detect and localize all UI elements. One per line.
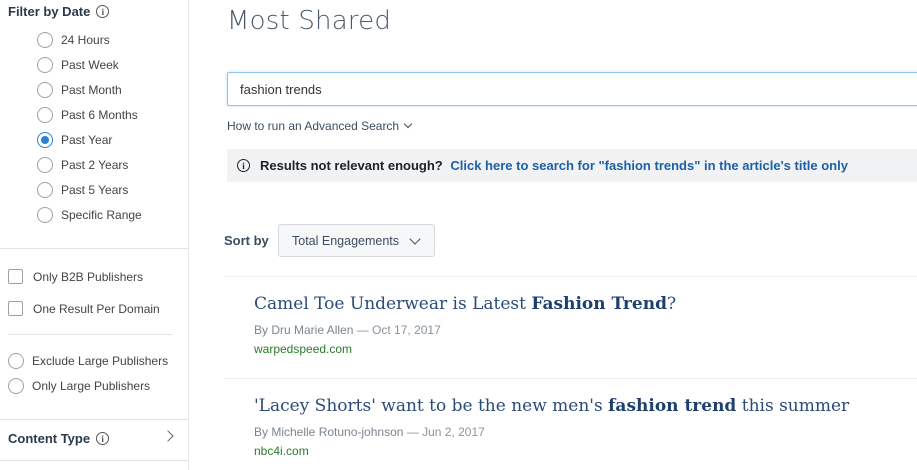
chevron-down-icon xyxy=(403,119,413,129)
one-result-per-domain-option[interactable]: One Result Per Domain xyxy=(8,301,160,316)
divider xyxy=(0,248,188,249)
result-item: 'Lacey Shorts' want to be the new men's … xyxy=(254,396,849,458)
search-input[interactable] xyxy=(240,81,914,97)
radio-label: Past Week xyxy=(61,58,119,72)
divider xyxy=(224,378,917,379)
exclude-large-publishers-option[interactable]: Exclude Large Publishers xyxy=(8,353,168,369)
radio-label: Past Year xyxy=(61,133,113,147)
date-option-past-6-months[interactable]: Past 6 Months xyxy=(37,107,138,123)
radio-button[interactable] xyxy=(37,32,53,48)
radio-label: Past 6 Months xyxy=(61,108,138,122)
info-icon: i xyxy=(237,159,250,172)
radio-button[interactable] xyxy=(37,207,53,223)
result-author[interactable]: By Dru Marie Allen xyxy=(254,323,353,337)
only-large-publishers-option[interactable]: Only Large Publishers xyxy=(8,378,150,394)
title-highlight: Fashion Trend xyxy=(531,294,667,314)
radio-button[interactable] xyxy=(37,182,53,198)
date-option-24-hours[interactable]: 24 Hours xyxy=(37,32,110,48)
relevance-notice: i Results not relevant enough? Click her… xyxy=(227,149,917,182)
title-only-search-link[interactable]: Click here to search for "fashion trends… xyxy=(450,158,848,173)
notice-question: Results not relevant enough? xyxy=(260,158,443,173)
radio-button[interactable] xyxy=(8,378,24,394)
advanced-search-label: How to run an Advanced Search xyxy=(227,119,400,133)
radio-label: Past Month xyxy=(61,83,122,97)
chevron-down-icon xyxy=(409,232,421,245)
date-option-past-month[interactable]: Past Month xyxy=(37,82,122,98)
radio-button[interactable] xyxy=(37,107,53,123)
sort-value: Total Engagements xyxy=(292,233,400,248)
checkbox[interactable] xyxy=(8,269,23,284)
radio-label: Past 2 Years xyxy=(61,158,129,172)
radio-button[interactable] xyxy=(37,57,53,73)
result-domain-link[interactable]: warpedspeed.com xyxy=(254,342,676,356)
divider xyxy=(224,276,917,277)
meta-separator: — xyxy=(353,323,373,337)
date-option-specific-range[interactable]: Specific Range xyxy=(37,207,142,223)
content-type-label: Content Type xyxy=(8,431,91,446)
radio-label: Past 5 Years xyxy=(61,183,129,197)
meta-separator: — xyxy=(403,425,423,439)
search-input-container[interactable] xyxy=(227,72,917,106)
result-title-link[interactable]: Camel Toe Underwear is Latest Fashion Tr… xyxy=(254,294,676,314)
sort-dropdown[interactable]: Total Engagements xyxy=(278,224,435,257)
radio-button[interactable] xyxy=(37,82,53,98)
result-domain-link[interactable]: nbc4i.com xyxy=(254,444,849,458)
radio-label: 24 Hours xyxy=(61,33,110,47)
radio-button-selected[interactable] xyxy=(37,132,53,148)
main-content: Most Shared How to run an Advanced Searc… xyxy=(189,0,917,470)
advanced-search-link[interactable]: How to run an Advanced Search xyxy=(227,119,413,133)
radio-button[interactable] xyxy=(8,353,24,369)
result-item: Camel Toe Underwear is Latest Fashion Tr… xyxy=(254,294,676,356)
title-text: Camel Toe Underwear is Latest xyxy=(254,294,532,314)
date-option-past-2-years[interactable]: Past 2 Years xyxy=(37,157,128,173)
divider xyxy=(0,460,188,461)
content-type-heading[interactable]: Content Type i xyxy=(8,431,110,446)
checkbox[interactable] xyxy=(8,301,23,316)
result-date: Jun 2, 2017 xyxy=(422,425,485,439)
radio-label: Specific Range xyxy=(61,208,142,222)
sort-label: Sort by xyxy=(224,233,269,248)
date-option-past-year[interactable]: Past Year xyxy=(37,132,112,148)
sidebar: Filter by Date i 24 Hours Past Week Past… xyxy=(0,0,189,470)
radio-label: Only Large Publishers xyxy=(32,379,151,393)
date-filter-heading: Filter by Date i xyxy=(8,4,110,19)
only-b2b-publishers-option[interactable]: Only B2B Publishers xyxy=(8,269,143,284)
result-meta: By Michelle Rotuno-johnson — Jun 2, 2017 xyxy=(254,425,849,439)
title-text: 'Lacey Shorts' want to be the new men's xyxy=(254,396,609,416)
page-title: Most Shared xyxy=(227,6,392,36)
date-option-past-week[interactable]: Past Week xyxy=(37,57,119,73)
radio-button[interactable] xyxy=(37,157,53,173)
result-date: Oct 17, 2017 xyxy=(372,323,441,337)
checkbox-label: Only B2B Publishers xyxy=(33,269,144,284)
date-filter-label: Filter by Date xyxy=(8,4,91,19)
result-author[interactable]: By Michelle Rotuno-johnson xyxy=(254,425,403,439)
chevron-right-icon[interactable] xyxy=(162,430,174,442)
title-highlight: fashion trend xyxy=(608,396,737,416)
info-icon[interactable]: i xyxy=(96,5,110,18)
title-text: ? xyxy=(666,294,677,314)
result-meta: By Dru Marie Allen — Oct 17, 2017 xyxy=(254,323,676,337)
date-option-past-5-years[interactable]: Past 5 Years xyxy=(37,182,128,198)
title-text: this summer xyxy=(736,396,850,416)
info-icon[interactable]: i xyxy=(96,432,110,445)
radio-label: Exclude Large Publishers xyxy=(32,354,169,368)
divider xyxy=(8,334,172,335)
result-title-link[interactable]: 'Lacey Shorts' want to be the new men's … xyxy=(254,396,849,416)
divider xyxy=(0,419,188,420)
checkbox-label: One Result Per Domain xyxy=(33,301,160,316)
